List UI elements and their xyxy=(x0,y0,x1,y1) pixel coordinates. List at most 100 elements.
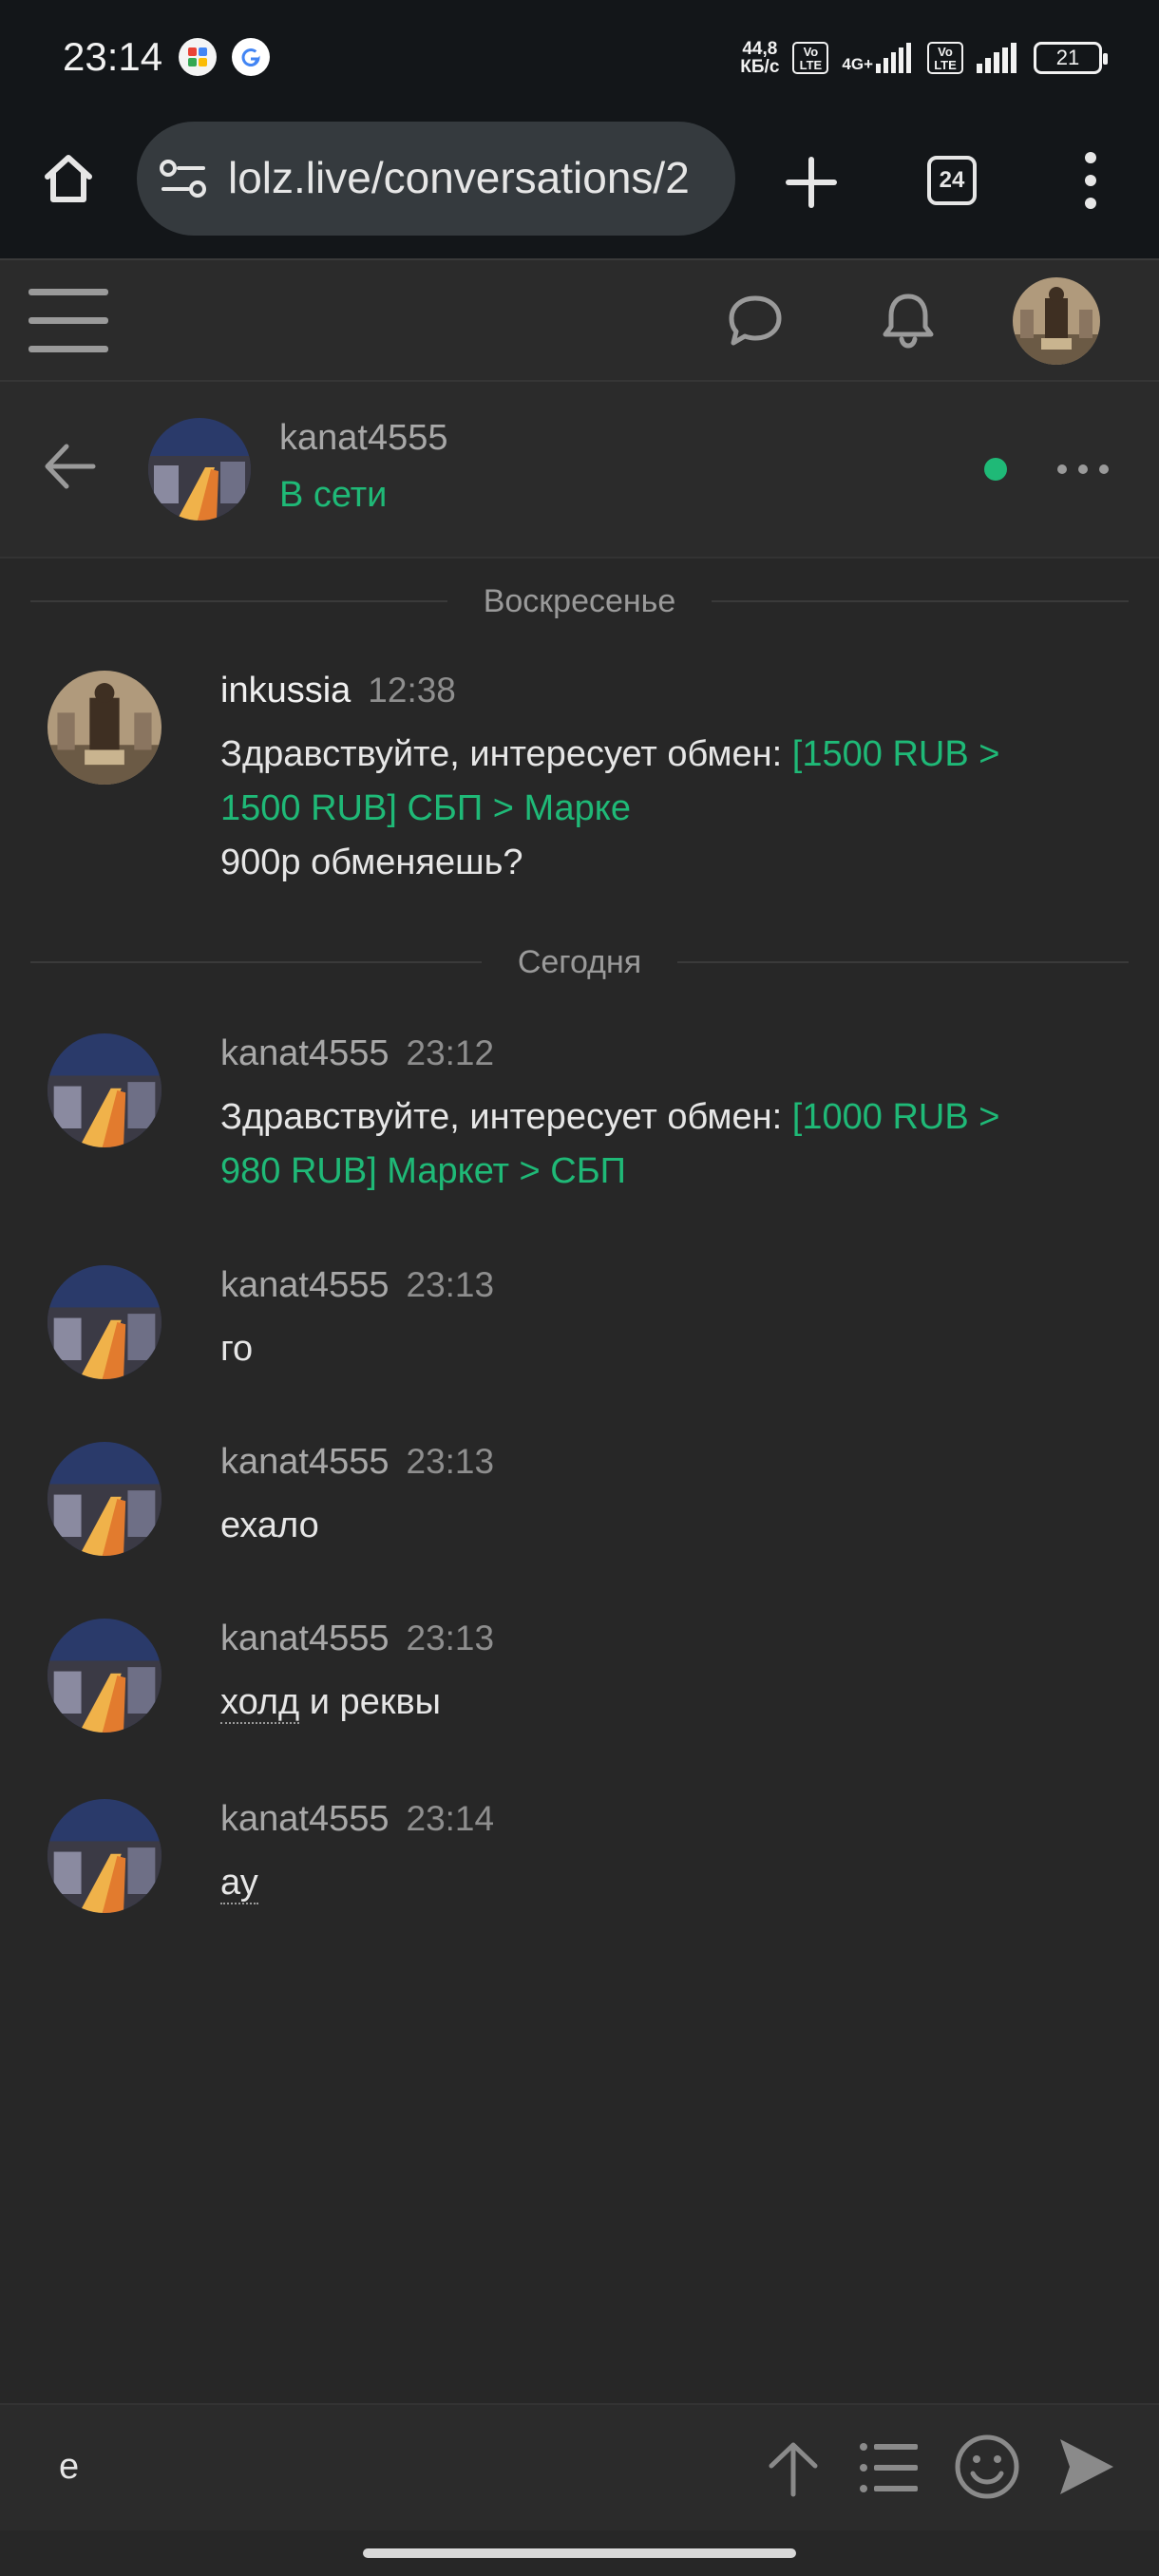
message-time: 23:13 xyxy=(406,1442,495,1481)
message-author[interactable]: inkussia 12:38 xyxy=(220,671,456,711)
contact-username[interactable]: kanat4555 xyxy=(279,418,448,459)
signal-bars-icon xyxy=(876,43,911,73)
message-time: 23:13 xyxy=(406,1619,495,1657)
kebab-menu-icon xyxy=(1085,152,1096,209)
message-body: Здравствуйте, интересует обмен: [1000 RU… xyxy=(220,1090,1056,1199)
dictionary-term[interactable]: ау xyxy=(220,1863,258,1904)
author-avatar[interactable] xyxy=(48,1033,162,1147)
author-name[interactable]: kanat4555 xyxy=(220,1619,390,1658)
message-author[interactable]: kanat4555 23:12 xyxy=(220,1033,494,1074)
signal-4g: 4G+ xyxy=(842,43,914,73)
conversation-header: kanat4555 В сети xyxy=(0,382,1159,559)
battery-indicator: 21 xyxy=(1034,42,1108,74)
browser-toolbar: lolz.live/conversations/2 24 xyxy=(0,116,1159,258)
message-body: го xyxy=(220,1322,1056,1376)
arrow-up-icon xyxy=(769,2442,818,2497)
message-body: ау xyxy=(220,1856,1056,1910)
day-divider: Сегодня xyxy=(30,938,1129,986)
send-icon xyxy=(1060,2439,1113,2494)
network-type: 4G+ xyxy=(842,55,873,73)
avatar-city-night-image xyxy=(148,418,251,521)
conversations-button[interactable] xyxy=(726,293,785,350)
send-button[interactable] xyxy=(1056,2435,1117,2498)
contact-online-status: В сети xyxy=(279,475,388,515)
emoji-button[interactable] xyxy=(954,2434,1020,2500)
message-item: kanat4555 23:13 го xyxy=(0,1265,1159,1383)
signal-bars-icon-2 xyxy=(977,43,1016,73)
message-text: и реквы xyxy=(299,1682,441,1722)
avatar-city-night-image xyxy=(48,1033,162,1147)
message-item: kanat4555 23:13 ехало xyxy=(0,1442,1159,1560)
hamburger-icon xyxy=(28,289,108,352)
network-speed-value: 44,8 xyxy=(742,39,778,59)
message-input[interactable] xyxy=(57,2434,722,2500)
message-text: го xyxy=(220,1329,254,1369)
plus-icon xyxy=(786,157,837,208)
message-text: Здравствуйте, интересует обмен: xyxy=(220,1097,792,1137)
online-indicator xyxy=(984,458,1007,481)
message-item: kanat4555 23:14 ау xyxy=(0,1799,1159,1917)
message-time: 23:13 xyxy=(406,1265,495,1304)
author-name[interactable]: inkussia xyxy=(220,671,351,710)
day-divider: Воскресенье xyxy=(30,578,1129,625)
new-tab-button[interactable] xyxy=(783,154,840,211)
message-text-line2: 900р обменяешь? xyxy=(220,843,523,882)
bell-icon xyxy=(883,294,934,349)
formatting-button[interactable] xyxy=(859,2441,920,2494)
message-time: 23:12 xyxy=(406,1033,495,1072)
home-indicator[interactable] xyxy=(363,2548,796,2558)
app-notification-icon xyxy=(179,38,217,76)
author-avatar[interactable] xyxy=(48,1799,162,1913)
back-button[interactable] xyxy=(42,439,97,494)
scroll-up-button[interactable] xyxy=(766,2439,821,2498)
avatar-city-night-image xyxy=(48,1799,162,1913)
list-icon xyxy=(860,2443,918,2492)
message-item: inkussia 12:38 Здравствуйте, интересует о… xyxy=(0,671,1159,899)
author-avatar[interactable] xyxy=(48,1619,162,1733)
avatar-city-night-image xyxy=(48,1442,162,1556)
author-avatar[interactable] xyxy=(48,671,162,785)
avatar-monument-image xyxy=(48,671,162,785)
my-avatar[interactable] xyxy=(1013,277,1100,365)
message-author[interactable]: kanat4555 23:13 xyxy=(220,1619,494,1659)
arrow-left-icon xyxy=(45,444,96,489)
message-author[interactable]: kanat4555 23:14 xyxy=(220,1799,494,1840)
volte-badge-2: Vo LTE xyxy=(927,42,963,74)
home-button[interactable] xyxy=(38,148,99,209)
author-name[interactable]: kanat4555 xyxy=(220,1265,390,1305)
dictionary-term[interactable]: холд xyxy=(220,1682,300,1724)
message-author[interactable]: kanat4555 23:13 xyxy=(220,1442,494,1483)
chat-bubble-icon xyxy=(729,295,782,346)
day-label: Сегодня xyxy=(517,943,642,980)
avatar-city-night-image xyxy=(48,1265,162,1379)
message-item: kanat4555 23:13 холд и реквы xyxy=(0,1619,1159,1736)
hamburger-menu-button[interactable] xyxy=(27,283,110,359)
more-horizontal-icon xyxy=(1057,464,1109,474)
google-icon xyxy=(232,38,270,76)
message-text: ехало xyxy=(220,1506,319,1545)
browser-menu-button[interactable] xyxy=(1075,150,1106,211)
network-speed-unit: КБ/с xyxy=(740,57,780,77)
conversation-options-button[interactable] xyxy=(1054,460,1112,479)
message-time: 12:38 xyxy=(368,671,456,710)
author-avatar[interactable] xyxy=(48,1265,162,1379)
network-speed: 44,8 КБ/с xyxy=(740,40,779,76)
author-avatar[interactable] xyxy=(48,1442,162,1556)
author-name[interactable]: kanat4555 xyxy=(220,1799,390,1839)
status-bar: 23:14 44,8 КБ/с Vo LTE 4G+ Vo LTE 21 xyxy=(0,0,1159,116)
site-settings-icon[interactable] xyxy=(160,158,207,199)
message-author[interactable]: kanat4555 23:13 xyxy=(220,1265,494,1306)
author-name[interactable]: kanat4555 xyxy=(220,1033,390,1073)
contact-avatar[interactable] xyxy=(148,418,251,521)
message-body: Здравствуйте, интересует обмен: [1500 RU… xyxy=(220,728,1056,890)
tab-switcher-button[interactable]: 24 xyxy=(927,156,977,205)
status-indicators: 44,8 КБ/с Vo LTE 4G+ Vo LTE 21 xyxy=(740,36,1108,80)
notifications-button[interactable] xyxy=(876,289,940,353)
message-time: 23:14 xyxy=(406,1799,495,1838)
author-name[interactable]: kanat4555 xyxy=(220,1442,390,1482)
home-icon xyxy=(45,155,92,202)
status-time: 23:14 xyxy=(63,34,163,79)
url-text: lolz.live/conversations/2 xyxy=(228,153,690,202)
day-label: Воскресенье xyxy=(483,582,676,619)
address-bar[interactable]: lolz.live/conversations/2 xyxy=(137,122,735,236)
